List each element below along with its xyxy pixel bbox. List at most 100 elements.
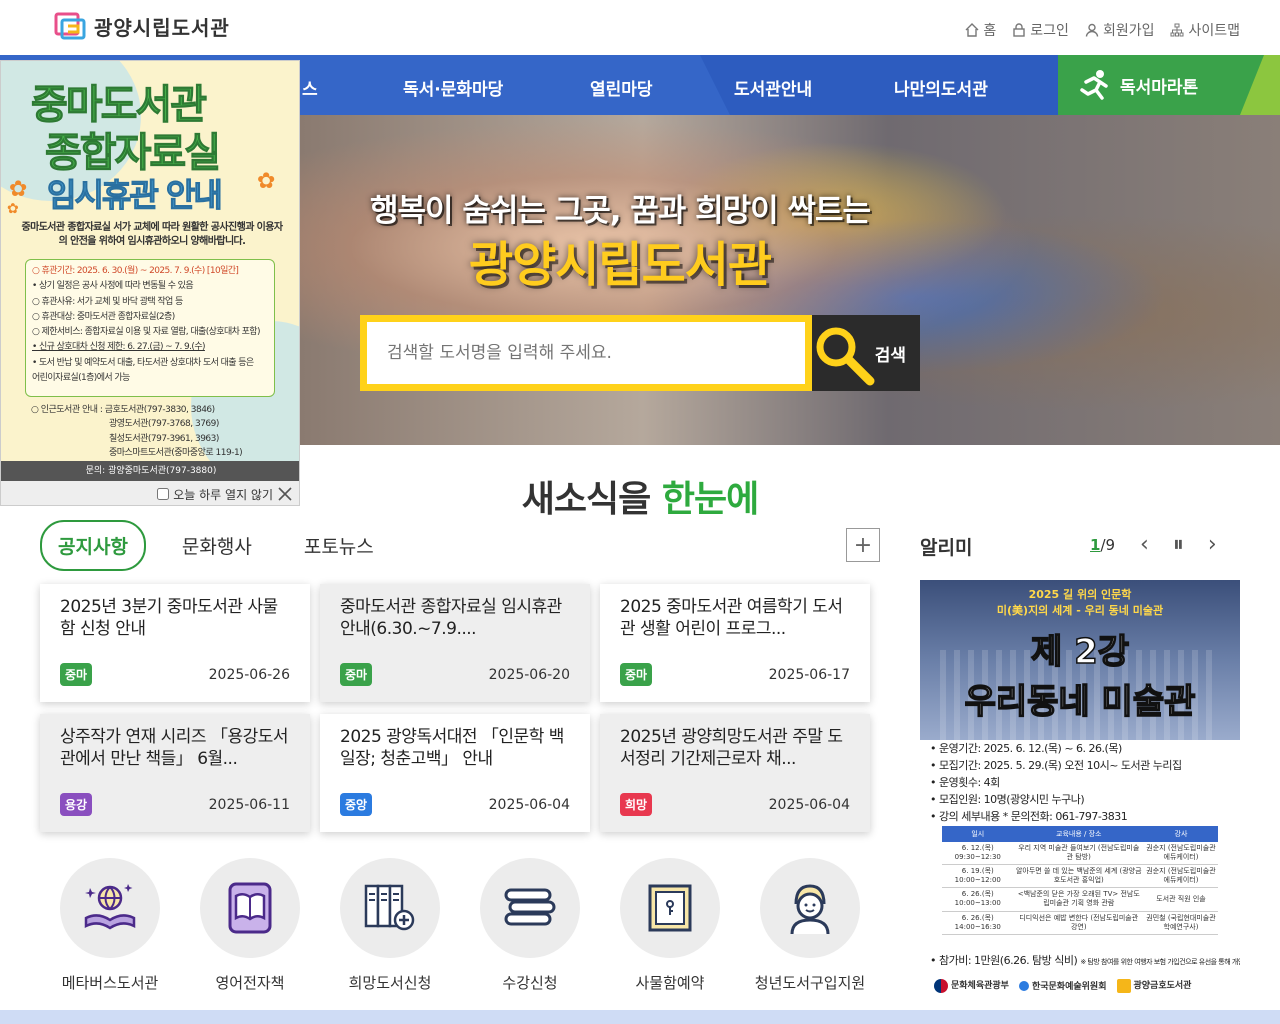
table-header: 일시 <box>942 826 1014 842</box>
poster-info-line: • 운영횟수: 4회 <box>930 776 1000 790</box>
popup-line: ○ 인근도서관 안내 : 금호도서관(797-3830, 3846) <box>31 405 215 415</box>
quick-link-metaverse[interactable]: 메타버스도서관 <box>40 858 180 993</box>
news-card-meta: 희망 2025-06-04 <box>620 793 850 816</box>
table-cell: 도서관 직원 인솔 <box>1143 887 1218 912</box>
alrimi-pager: 1/9 <box>1090 536 1115 554</box>
popup-line: ○ 휴관사유: 서가 교체 및 바닥 광택 작업 등 <box>32 296 183 307</box>
poster-lecture-title: 우리동네 미술관 <box>964 681 1196 723</box>
quick-link-english-ebook[interactable]: 영어전자책 <box>180 858 320 993</box>
search-input[interactable] <box>387 343 805 363</box>
nav-item-services[interactable]: 스 <box>302 75 318 100</box>
alrimi-poster[interactable]: 2025 길 위의 인문학 미(美)지의 세계 - 우리 동네 미술관 제 2강… <box>920 580 1240 1004</box>
nav-item-my-library[interactable]: 나만의도서관 <box>894 75 988 100</box>
tab-notice[interactable]: 공지사항 <box>40 520 146 571</box>
sponsor-name: 한국문화예술위원회 <box>1031 981 1107 992</box>
signup-link[interactable]: 회원가입 <box>1085 20 1154 40</box>
table-cell: 디디익선은 예밥 변한다 (전남도립미술관 강연) <box>1013 911 1144 935</box>
table-cell: 6. 26.(목) 14:00~16:30 <box>942 911 1014 935</box>
marathon-stripe <box>1240 55 1280 115</box>
dont-show-today-label[interactable]: 오늘 하루 열지 않기 <box>173 486 273 503</box>
reading-marathon-button[interactable]: 독서마라톤 <box>1058 55 1280 115</box>
popup-nearby-libraries: ○ 인근도서관 안내 : 금호도서관(797-3830, 3846) 광영도서관… <box>31 403 243 461</box>
quick-link-label: 희망도서신청 <box>348 974 432 992</box>
quick-link-youth-book-support[interactable]: 청년도서구입지원 <box>740 858 880 993</box>
library-badge: 용강 <box>60 793 93 816</box>
chevron-right-icon[interactable]: › <box>1208 532 1217 557</box>
news-card-meta: 중마 2025-06-17 <box>620 663 850 686</box>
popup-line: ○ 휴관대상: 중마도서관 종합자료실(2층) <box>32 311 175 322</box>
sponsor-arko: 한국문화예술위원회 <box>1018 979 1107 992</box>
alrimi-total-pages: /9 <box>1100 536 1116 554</box>
quick-link-locker[interactable]: 사물함예약 <box>600 858 740 993</box>
quick-link-circle <box>760 858 860 958</box>
table-cell: 알아두면 쓸 데 있는 백남준의 세계 (광양금호도서관 홍익업) <box>1013 864 1144 889</box>
table-cell: 6. 19.(목) 10:00~12:00 <box>942 864 1014 889</box>
quick-link-circle <box>480 858 580 958</box>
library-badge: 중앙 <box>340 793 373 816</box>
popup-line: 칠성도서관(797-3961, 3963) <box>109 433 219 444</box>
poster-info: • 운영기간: 2025. 6. 12.(목) ~ 6. 26.(목) • 모집… <box>930 740 1182 825</box>
table-cell: 6. 26.(목) 10:00~13:00 <box>942 887 1014 912</box>
poster-info-line: • 모집기간: 2025. 5. 29.(목) 오전 10시~ 도서관 누리집 <box>930 759 1182 773</box>
news-title-part2: 한눈에 <box>661 479 759 520</box>
table-cell: 권민철 (국립현대미술관 학예연구사) <box>1143 911 1218 935</box>
poster-lecture-no: 제 2강 <box>1030 631 1130 673</box>
site-logo[interactable]: 광양시립도서관 <box>54 10 230 42</box>
sponsor-name: 광양금호도서관 <box>1133 981 1192 991</box>
plus-icon: + <box>853 532 873 558</box>
news-card[interactable]: 상주작가 연재 시리즈 「용강도서관에서 만난 책들」 6월... 용강 202… <box>40 714 310 832</box>
library-badge: 중마 <box>60 663 93 686</box>
home-link[interactable]: 홈 <box>965 20 996 40</box>
search-button-label: 검색 <box>874 345 906 366</box>
nav-item-reading-culture[interactable]: 독서·문화마당 <box>403 75 503 100</box>
library-badge: 중마 <box>340 663 373 686</box>
news-card[interactable]: 중마도서관 종합자료실 임시휴관 안내(6.30.~7.9.... 중마 202… <box>320 584 590 702</box>
news-card[interactable]: 2025년 3분기 중마도서관 사물함 신청 안내 중마 2025-06-26 <box>40 584 310 702</box>
search-button[interactable]: 검색 <box>812 315 920 391</box>
popup-line: • 도서 반납 및 예약도서 대출, 타도서관 상호대차 도서 대출 등은 <box>32 357 254 368</box>
sitemap-icon <box>1170 23 1184 37</box>
login-link[interactable]: 로그인 <box>1012 20 1069 40</box>
library-logo-icon <box>1116 978 1131 993</box>
popup-details-box: ○ 휴관기간: 2025. 6. 30.(월) ~ 2025. 7. 9.(수)… <box>25 259 275 397</box>
nav-item-open-forum[interactable]: 열린마당 <box>590 75 653 100</box>
flower-icon: ✿ <box>9 177 28 202</box>
pause-icon[interactable]: ⏸ <box>1173 532 1184 557</box>
user-icon <box>1085 23 1099 37</box>
poster-info-line: • 운영기간: 2025. 6. 12.(목) ~ 6. 26.(목) <box>930 742 1122 755</box>
sponsor-mcst: 문화체육관광부 <box>934 978 1009 993</box>
quick-link-book-request[interactable]: 희망도서신청 <box>320 858 460 993</box>
news-card[interactable]: 2025 광양독서대전 「인문학 백일장; 청춘고백」 안내 중앙 2025-0… <box>320 714 590 832</box>
metaverse-book-icon <box>84 884 136 930</box>
table-row: 6. 26.(목) 14:00~16:30 디디익선은 예밥 변한다 (전남도립… <box>942 911 1218 935</box>
flower-icon: ✿ <box>7 201 19 217</box>
hero-title: 광양시립도서관 <box>468 237 772 293</box>
popup-line: ○ 제한서비스: 종합자료실 이용 및 자료 열람, 대출(상호대차 포함) <box>32 327 260 338</box>
tab-photo-news[interactable]: 포토뉴스 <box>288 522 390 569</box>
news-card-title: 2025년 3분기 중마도서관 사물함 신청 안내 <box>60 597 278 640</box>
poster-banner: 2025 길 위의 인문학 미(美)지의 세계 - 우리 동네 미술관 제 2강… <box>920 580 1240 740</box>
footer-strip <box>0 1010 1280 1024</box>
news-card-title: 2025 광양독서대전 「인문학 백일장; 청춘고백」 안내 <box>340 727 564 770</box>
nav-item-library-info[interactable]: 도서관안내 <box>734 75 812 100</box>
more-button[interactable]: + <box>846 528 880 562</box>
poster-theme: 미(美)지의 세계 - 우리 동네 미술관 <box>996 604 1164 617</box>
quick-link-circle <box>60 858 160 958</box>
news-card-date: 2025-06-04 <box>488 796 570 813</box>
news-card[interactable]: 2025년 광양희망도서관 주말 도서정리 기간제근로자 채... 희망 202… <box>600 714 870 832</box>
table-cell: <백남준의 닫은 가장 오래된 TV> 전남도립미술관 기획 영화 관람 <box>1013 887 1144 912</box>
quick-link-course-registration[interactable]: 수강신청 <box>460 858 600 993</box>
quick-link-label: 영어전자책 <box>215 974 285 992</box>
reading-marathon-label: 독서마라톤 <box>1120 77 1199 98</box>
tab-cultural-events[interactable]: 문화행사 <box>166 522 268 569</box>
dont-show-today-checkbox[interactable] <box>157 488 170 500</box>
news-card[interactable]: 2025 중마도서관 여름학기 도서관 생활 어린이 프로그... 중마 202… <box>600 584 870 702</box>
sitemap-link[interactable]: 사이트맵 <box>1170 20 1240 40</box>
popup-heading-3: 임시휴관 안내 <box>47 176 224 214</box>
runner-icon <box>1080 70 1108 100</box>
news-card-date: 2025-06-04 <box>768 796 850 813</box>
news-card-meta: 중마 2025-06-20 <box>340 663 570 686</box>
chevron-left-icon[interactable]: ‹ <box>1140 532 1149 557</box>
quick-links: 메타버스도서관 영어전자책 희망도서신청 수강신청 사물함예약 청년도서구입지원 <box>40 858 880 998</box>
close-icon[interactable] <box>277 486 293 502</box>
